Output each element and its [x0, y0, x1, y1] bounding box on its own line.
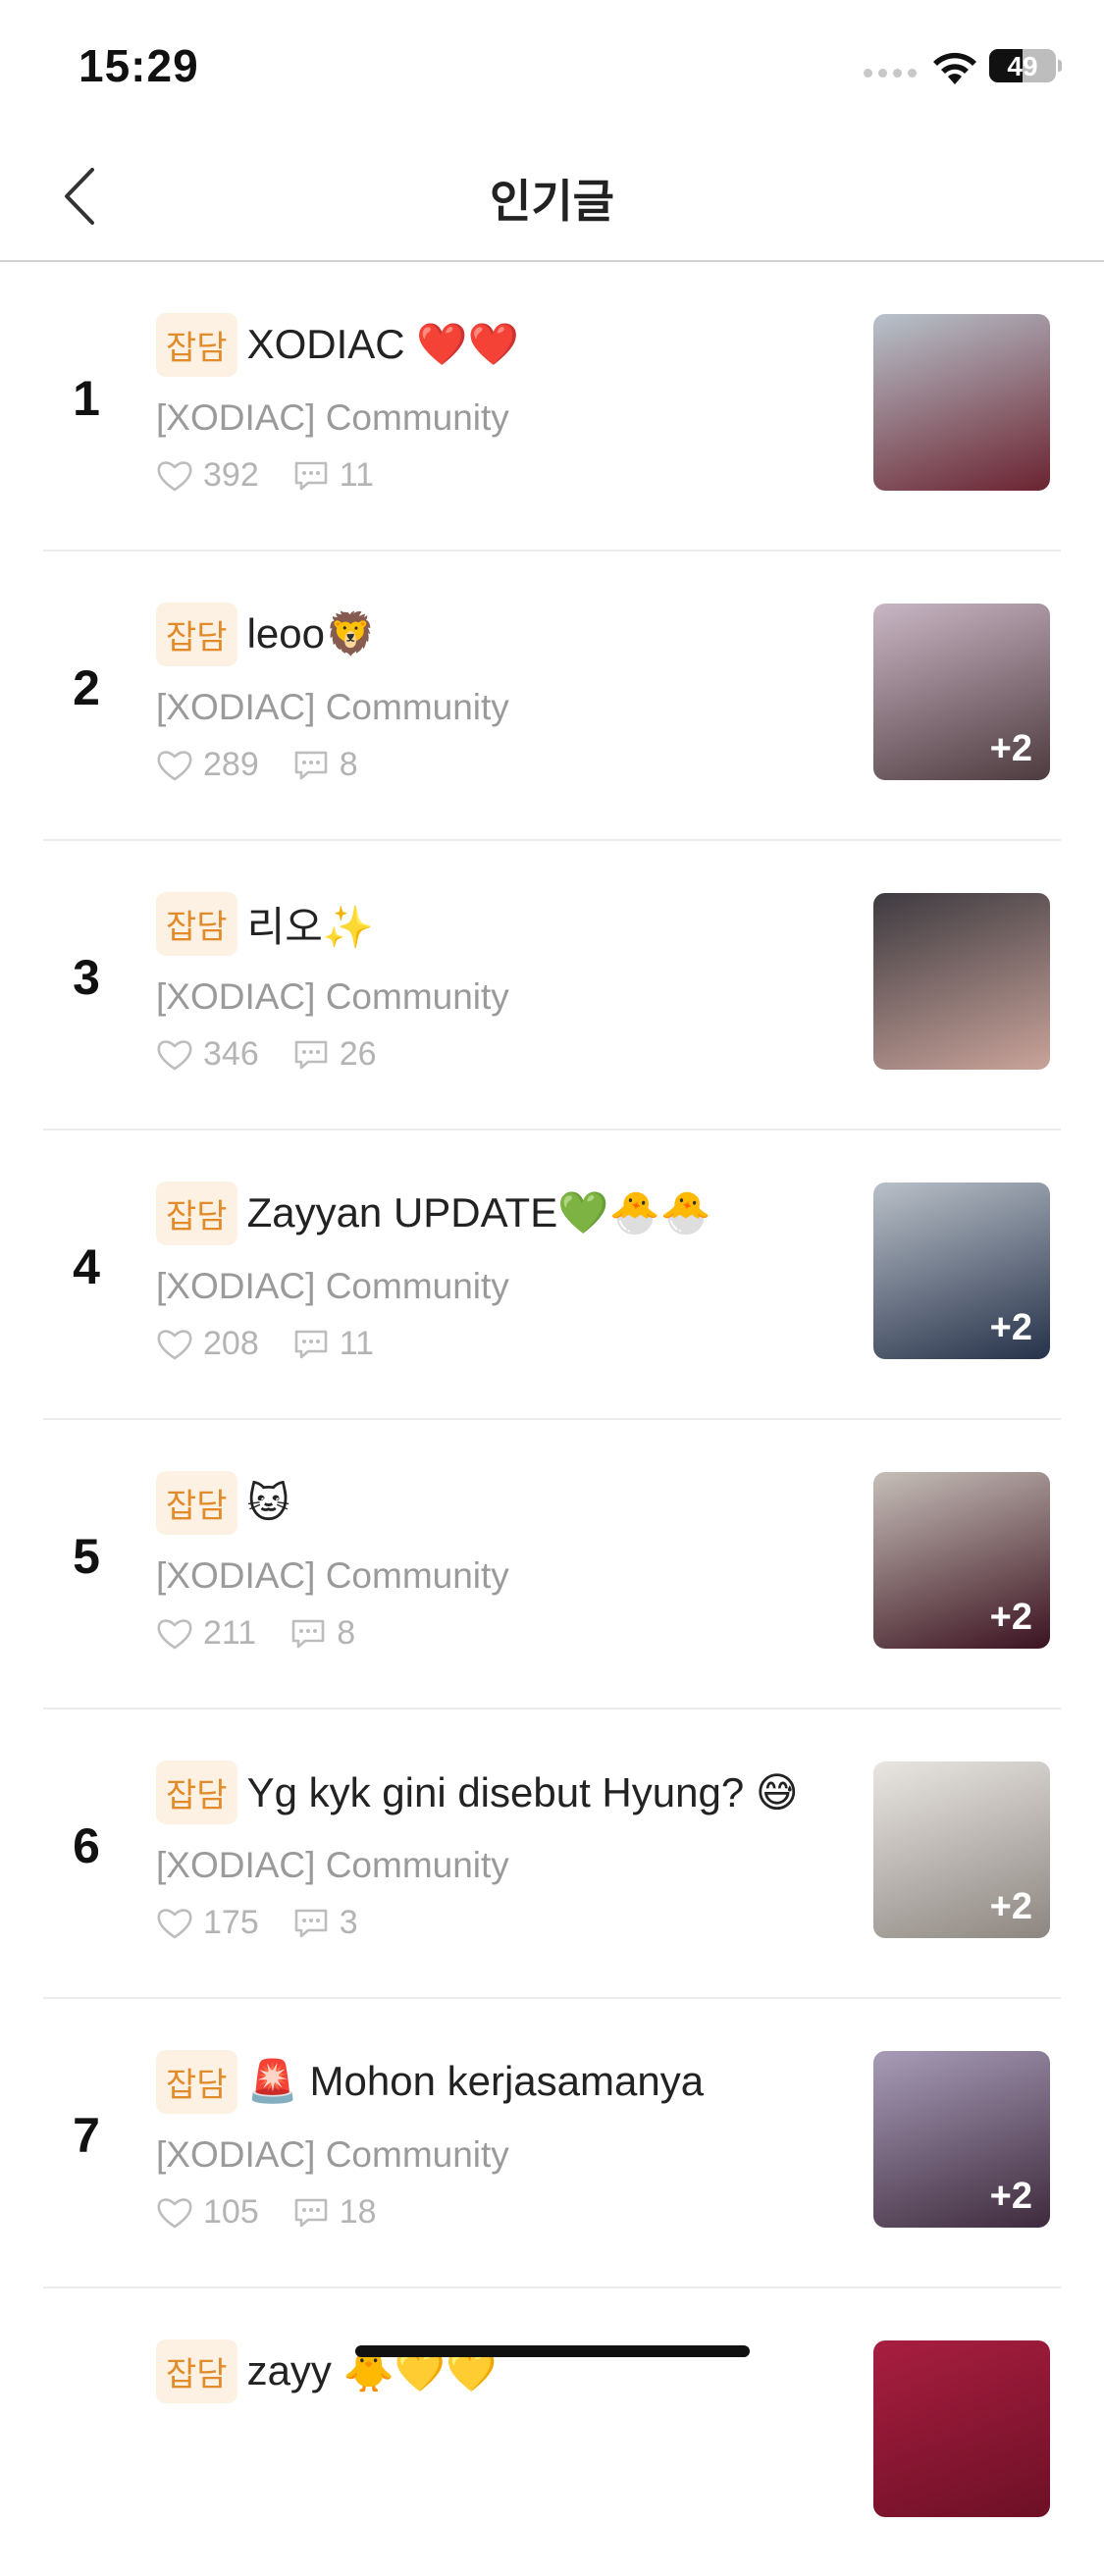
status-bar: 15:29 49: [0, 0, 1104, 132]
post-title: XODIAC ❤️❤️: [246, 321, 519, 367]
post-title: 🚨 Mohon kerjasamanya: [246, 2058, 705, 2104]
post-thumbnail[interactable]: +2: [873, 2051, 1050, 2228]
rank-number: 6: [73, 1818, 100, 1873]
post-thumbnail[interactable]: [873, 893, 1050, 1070]
list-item[interactable]: 1 잡담 XODIAC ❤️❤️ [XODIAC] Community 392 …: [43, 262, 1061, 552]
like-count: 392: [203, 456, 259, 494]
comment-icon: [294, 2198, 328, 2227]
category-tag: 잡담: [156, 2339, 237, 2403]
like-count: 211: [203, 1614, 257, 1652]
rank-number: 4: [73, 1239, 100, 1294]
page-title: 인기글: [490, 176, 614, 227]
category-tag: 잡담: [156, 2050, 237, 2114]
extra-images-badge: +2: [989, 728, 1032, 769]
category-tag: 잡담: [156, 1761, 237, 1824]
comment-count: 18: [339, 2193, 377, 2231]
extra-images-badge: +2: [989, 1597, 1032, 1638]
like-count: 175: [203, 1904, 259, 1941]
comment-icon: [294, 751, 328, 779]
category-tag: 잡담: [156, 603, 237, 666]
status-time: 15:29: [79, 40, 199, 91]
post-title: Zayyan UPDATE💚🐣🐣: [246, 1189, 712, 1235]
category-tag: 잡담: [156, 1182, 237, 1245]
heart-icon: [157, 1908, 192, 1938]
comment-count: 3: [339, 1904, 358, 1941]
comment-icon: [294, 1330, 328, 1358]
comment-count: 8: [339, 746, 358, 783]
comment-count: 11: [339, 1325, 375, 1362]
list-item[interactable]: 잡담 zayy 🐥💛💛: [43, 2288, 1061, 2576]
comment-count: 8: [337, 1614, 356, 1652]
extra-images-badge: +2: [989, 2176, 1032, 2217]
like-count: 105: [203, 2193, 259, 2231]
category-tag: 잡담: [156, 1471, 237, 1535]
community-name: [XODIAC] Community: [156, 1555, 509, 1596]
rank-number: 5: [73, 1529, 100, 1584]
rank-number: 3: [73, 950, 100, 1005]
post-thumbnail[interactable]: +2: [873, 1183, 1050, 1359]
list-item[interactable]: 4 잡담 Zayyan UPDATE💚🐣🐣 [XODIAC] Community…: [43, 1130, 1061, 1420]
heart-icon: [157, 2197, 192, 2228]
home-indicator: [355, 2345, 750, 2357]
post-thumbnail[interactable]: [873, 314, 1050, 491]
heart-icon: [157, 1329, 192, 1359]
list-item[interactable]: 5 잡담 🐱 [XODIAC] Community 211 8 +2: [43, 1420, 1061, 1709]
community-name: [XODIAC] Community: [156, 1845, 509, 1885]
post-title: leoo🦁: [246, 610, 377, 657]
battery-level: 49: [1007, 51, 1038, 81]
nav-header: 인기글: [0, 132, 1104, 262]
wifi-icon: [933, 52, 976, 84]
community-name: [XODIAC] Community: [156, 397, 509, 438]
category-tag: 잡담: [156, 892, 237, 956]
post-thumbnail[interactable]: [873, 2340, 1050, 2517]
list-item[interactable]: 3 잡담 리오✨ [XODIAC] Community 346 26: [43, 841, 1061, 1130]
comment-icon: [294, 461, 328, 490]
post-title: 리오✨: [246, 904, 375, 950]
popular-post-list: 1 잡담 XODIAC ❤️❤️ [XODIAC] Community 392 …: [0, 262, 1104, 2576]
category-tag: 잡담: [156, 313, 237, 377]
post-thumbnail[interactable]: +2: [873, 1761, 1050, 1938]
post-title: Yg kyk gini disebut Hyung? 😅: [246, 1769, 799, 1815]
rank-number: 1: [73, 371, 100, 426]
rank-number: 2: [73, 660, 100, 715]
heart-icon: [157, 750, 192, 780]
community-name: [XODIAC] Community: [156, 2134, 509, 2175]
like-count: 289: [203, 746, 259, 783]
like-count: 346: [203, 1035, 259, 1073]
extra-images-badge: +2: [989, 1886, 1032, 1927]
list-item[interactable]: 2 잡담 leoo🦁 [XODIAC] Community 289 8 +2: [43, 552, 1061, 841]
post-title: 🐱: [246, 1480, 290, 1526]
battery-icon: 49: [989, 49, 1056, 82]
community-name: [XODIAC] Community: [156, 976, 509, 1017]
community-name: [XODIAC] Community: [156, 1266, 509, 1306]
rank-number: 7: [73, 2108, 100, 2163]
comment-count: 11: [339, 456, 375, 494]
list-item[interactable]: 7 잡담 🚨 Mohon kerjasamanya [XODIAC] Commu…: [43, 1999, 1061, 2288]
extra-images-badge: +2: [989, 1307, 1032, 1348]
cellular-signal-icon: [864, 69, 917, 78]
heart-icon: [157, 460, 192, 491]
heart-icon: [157, 1618, 192, 1649]
heart-icon: [157, 1039, 192, 1070]
comment-icon: [294, 1040, 328, 1069]
like-count: 208: [203, 1325, 259, 1362]
list-item[interactable]: 6 잡담 Yg kyk gini disebut Hyung? 😅 [XODIA…: [43, 1709, 1061, 1999]
community-name: [XODIAC] Community: [156, 687, 509, 727]
post-thumbnail[interactable]: +2: [873, 1472, 1050, 1649]
comment-count: 26: [339, 1035, 377, 1073]
post-thumbnail[interactable]: +2: [873, 604, 1050, 780]
comment-icon: [291, 1619, 325, 1648]
comment-icon: [294, 1909, 328, 1937]
